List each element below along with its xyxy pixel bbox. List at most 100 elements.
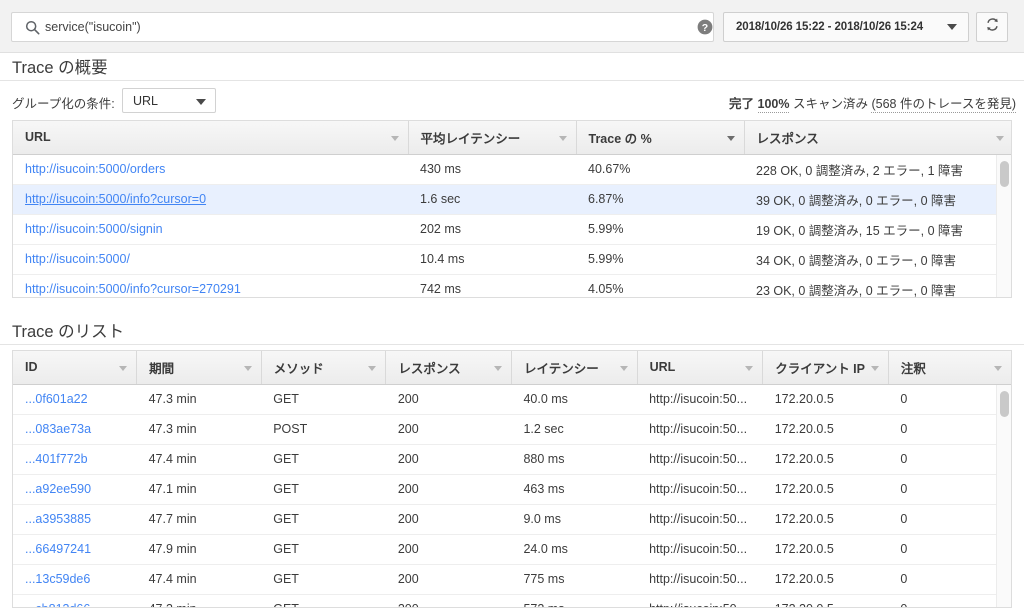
table-row[interactable]: ...083ae73a 47.3 min POST 200 1.2 sec http://…: [13, 414, 1011, 445]
chevron-down-icon[interactable]: [996, 130, 1004, 144]
cell-client-ip: 172.20.0.5: [762, 534, 889, 565]
chevron-down-icon[interactable]: [119, 360, 128, 374]
overview-section-title: Trace の概要: [12, 59, 108, 77]
url-link[interactable]: http://isucoin:5000/: [25, 252, 130, 266]
url-link[interactable]: http://isucoin:5000/orders: [25, 162, 165, 176]
column-header-annotations[interactable]: 注釈: [888, 351, 1011, 385]
cell-method: GET: [261, 384, 386, 415]
table-row[interactable]: ...13c59de6 47.4 min GET 200 775 ms http://is…: [13, 564, 1011, 595]
help-circle-icon[interactable]: ?: [697, 19, 713, 35]
scrollbar-thumb[interactable]: [1000, 161, 1009, 187]
column-header-url[interactable]: URL: [13, 121, 409, 155]
cell-avg-latency: 202 ms: [408, 214, 576, 245]
column-header-label: メソッド: [273, 361, 324, 376]
table-row[interactable]: ...401f772b 47.4 min GET 200 880 ms http://is…: [13, 444, 1011, 475]
cell-id: ...13c59de6: [13, 564, 137, 595]
cell-method: GET: [261, 564, 386, 595]
table-row[interactable]: ...cb813d66 47.3 minGET200572 mshttp://is…: [13, 594, 1011, 607]
url-link[interactable]: http://isucoin:5000/signin: [25, 222, 163, 236]
column-header-response[interactable]: レスポンス: [744, 121, 1011, 155]
cell-duration: 47.4 min: [136, 444, 262, 475]
chevron-down-icon[interactable]: [368, 360, 377, 374]
table-row[interactable]: http://isucoin:5000/signin 202 ms 5.99% 19 …: [13, 214, 1011, 245]
column-header-client-ip[interactable]: クライアント IP: [762, 351, 889, 385]
tracelist-header-row: ID 期間 メソッド レスポンス レイテンシー URL クライアント IP 注釈: [13, 351, 1011, 385]
url-link[interactable]: http://isucoin:5000/info?cursor=0: [25, 192, 206, 206]
search-input[interactable]: service("isucoin"): [45, 20, 713, 34]
cell-response: 200: [385, 594, 512, 607]
overview-table-scrollbar[interactable]: [996, 155, 1011, 297]
cell-latency: 40.0 ms: [511, 384, 638, 415]
table-row[interactable]: ...66497241 47.9 min GET 200 24.0 ms http://i…: [13, 534, 1011, 565]
overview-table: URL 平均レイテンシー Trace の % レスポンス http://isuc…: [12, 120, 1012, 298]
chevron-down-icon[interactable]: [745, 360, 754, 374]
trace-id-link[interactable]: ...a92ee590: [25, 482, 91, 496]
refresh-button[interactable]: [976, 12, 1008, 42]
scan-status-prefix: 完了: [729, 97, 755, 111]
cell-id: ...cb813d66: [13, 594, 137, 607]
chevron-down-icon[interactable]: [558, 130, 567, 144]
table-row[interactable]: http://isucoin:5000/info?cursor=0 1.6 sec…: [13, 184, 1011, 215]
column-header-avg-latency[interactable]: 平均レイテンシー: [408, 121, 577, 155]
cell-trace-pct: 6.87%: [576, 184, 744, 215]
cell-duration: 47.3 min: [136, 384, 262, 415]
date-range-picker[interactable]: 2018/10/26 15:22 - 2018/10/26 15:24: [723, 12, 969, 42]
cell-annotations: 0: [888, 414, 1011, 445]
column-header-label: 平均レイテンシー: [420, 131, 521, 146]
column-header-url[interactable]: URL: [637, 351, 764, 385]
top-toolbar: service("isucoin") ? 2018/10/26 15:22 - …: [0, 0, 1024, 53]
column-header-label: レスポンス: [756, 131, 819, 146]
cell-client-ip: 172.20.0.5: [762, 594, 889, 607]
table-row[interactable]: ...a92ee590 47.1 min GET 200 463 ms http://is…: [13, 474, 1011, 505]
column-header-latency[interactable]: レイテンシー: [511, 351, 638, 385]
table-row[interactable]: ...a3953885 47.7 min GET 200 9.0 ms http://is…: [13, 504, 1011, 535]
table-row[interactable]: http://isucoin:5000/10.4 ms 5.99% 34 OK, 0…: [13, 244, 1011, 275]
chevron-down-icon[interactable]: [619, 360, 628, 374]
table-row[interactable]: http://isucoin:5000/info?cursor=270291 74…: [13, 274, 1011, 297]
tracelist-table: ID 期間 メソッド レスポンス レイテンシー URL クライアント IP 注釈…: [12, 350, 1012, 608]
tracelist-table-scrollbar[interactable]: [996, 385, 1011, 607]
cell-annotations: 0: [888, 534, 1011, 565]
column-header-trace-pct[interactable]: Trace の %: [576, 121, 745, 155]
cell-annotations: 0: [888, 594, 1011, 607]
groupby-select[interactable]: URL: [122, 88, 216, 113]
column-header-method[interactable]: メソッド: [261, 351, 387, 385]
chevron-down-icon[interactable]: [870, 360, 879, 374]
chevron-down-icon[interactable]: [493, 360, 502, 374]
cell-latency: 9.0 ms: [511, 504, 638, 535]
cell-response: 200: [385, 444, 512, 475]
cell-response: 200: [385, 534, 512, 565]
cell-response: 34 OK, 0 調整済み, 0 エラー, 0 障害: [744, 244, 1011, 275]
trace-id-link[interactable]: ...401f772b: [25, 452, 88, 466]
chevron-down-icon: [196, 94, 206, 108]
chevron-down-icon[interactable]: [243, 360, 252, 374]
chevron-down-icon[interactable]: [994, 360, 1002, 374]
column-header-label: URL: [25, 130, 51, 145]
trace-id-link[interactable]: ...0f601a22: [25, 392, 88, 406]
trace-id-link[interactable]: ...083ae73a: [25, 422, 91, 436]
table-row[interactable]: http://isucoin:5000/orders 430 ms 40.67% 22…: [13, 154, 1011, 185]
cell-latency: 775 ms: [511, 564, 638, 595]
search-box[interactable]: service("isucoin"): [11, 12, 714, 42]
column-header-label: レイテンシー: [523, 361, 599, 376]
trace-id-link[interactable]: ...66497241: [25, 542, 91, 556]
chevron-down-icon[interactable]: [726, 130, 735, 144]
chevron-down-icon[interactable]: [390, 130, 399, 144]
url-link[interactable]: http://isucoin:5000/info?cursor=270291: [25, 282, 241, 296]
column-header-label: クライアント IP: [775, 361, 865, 376]
tracelist-section-title: Trace のリスト: [12, 323, 125, 341]
cell-duration: 47.7 min: [136, 504, 262, 535]
table-row[interactable]: ...0f601a22 47.3 min GET 200 40.0 ms http://i…: [13, 384, 1011, 415]
column-header-duration[interactable]: 期間: [136, 351, 262, 385]
column-header-id[interactable]: ID: [13, 351, 138, 385]
cell-response: 23 OK, 0 調整済み, 0 エラー, 0 障害: [744, 274, 1011, 297]
scrollbar-thumb[interactable]: [1000, 391, 1009, 417]
trace-id-link[interactable]: ...cb813d66: [25, 602, 90, 607]
cell-id: ...0f601a22: [13, 384, 137, 415]
cell-url: http://isucoin:5000/orders: [13, 154, 408, 185]
cell-url: http://isucoin:50...: [637, 444, 763, 475]
column-header-response[interactable]: レスポンス: [385, 351, 512, 385]
trace-id-link[interactable]: ...a3953885: [25, 512, 91, 526]
cell-annotations: 0: [888, 384, 1011, 415]
trace-id-link[interactable]: ...13c59de6: [25, 572, 90, 586]
